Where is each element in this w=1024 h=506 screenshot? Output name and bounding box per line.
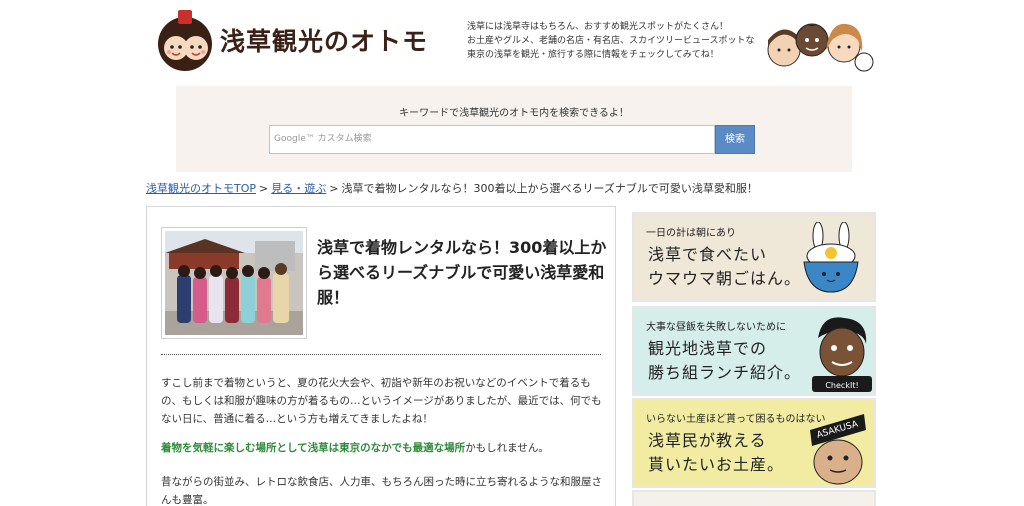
kimono-photo-image	[165, 231, 303, 335]
character-face-icon: CheckIt!	[812, 317, 872, 392]
highlight-text: 着物を気軽に楽しむ場所として浅草は東京のなかでも最適な場所	[161, 442, 466, 454]
article-card: 浅草で着物レンタルなら！300着以上から選べるリーズナブルで可愛い浅草愛和服！ …	[146, 206, 616, 506]
intro-line: 浅草には浅草寺はもちろん、おすすめ観光スポットがたくさん！	[467, 22, 729, 32]
banner-caption: 大事な昼飯を失敗しないために	[646, 322, 786, 333]
banner-souvenir[interactable]: いらない土産ほど貰って困るものはない 浅草民が教える 貰いたいお土産。 ASAK…	[632, 398, 876, 488]
site-title[interactable]: 浅草観光のオトモ	[220, 22, 428, 58]
intro-line: 東京の浅草を観光・旅行する際に情報をチェックしてみてね！	[467, 50, 719, 60]
article-thumbnail[interactable]	[161, 227, 307, 339]
search-input[interactable]: Google™ カスタム検索	[269, 125, 715, 154]
intro-line: お土産やグルメ、老舗の名店・有名店、スカイツリービュースポットな	[467, 36, 755, 46]
breadcrumb-home-link[interactable]: 浅草観光のオトモTOP	[146, 182, 256, 195]
breadcrumb-current: 浅草で着物レンタルなら！300着以上から選べるリーズナブルで可愛い浅草愛和服！	[341, 182, 758, 195]
article-paragraph: 昔ながらの街並み、レトロな飲食店、人力車、もちろん困った時に立ち寄れるような和服…	[161, 476, 602, 506]
mascots-icon	[767, 23, 874, 72]
article-paragraph: すこし前まで着物というと、夏の花火大会や、初詣や新年のお祝いなどのイベントで着る…	[161, 377, 602, 425]
breadcrumb-separator: >	[329, 182, 339, 195]
breadcrumb-category-link[interactable]: 見る・遊ぶ	[271, 182, 326, 195]
breadcrumb-separator: >	[259, 182, 269, 195]
banner-badge: CheckIt!	[825, 381, 858, 390]
banner-title-line: ウマウマ朝ごはん。	[648, 269, 802, 288]
logo-mascot-icon	[158, 10, 212, 71]
souvenir-character-icon: ASAKUSA	[810, 414, 866, 485]
banner-caption: 一日の計は朝にあり	[646, 228, 736, 239]
paragraph-text: かもしれません。	[465, 442, 549, 454]
banner-title-line: 浅草民が教える	[648, 431, 767, 450]
search-panel: キーワードで浅草観光のオトモ内を検索できるよ！ Google™ カスタム検索 検…	[176, 86, 852, 172]
search-button[interactable]: 検索	[715, 125, 755, 154]
banner-title-line: 浅草で食べたい	[648, 245, 768, 264]
search-hint: キーワードで浅草観光のオトモ内を検索できるよ！	[399, 108, 629, 119]
banner-breakfast[interactable]: 一日の計は朝にあり 浅草で食べたい ウマウマ朝ごはん。	[632, 212, 876, 302]
article-divider	[161, 354, 601, 355]
breadcrumb: 浅草観光のオトモTOP > 見る・遊ぶ > 浅草で着物レンタルなら！300着以上から選べ…	[146, 180, 758, 196]
article-paragraph-highlight: 着物を気軽に楽しむ場所として浅草は東京のなかでも最適な場所かもしれません。	[161, 439, 605, 457]
banner-title-line: 貰いたいお土産。	[648, 455, 785, 474]
banner-title-line: 観光地浅草での	[648, 339, 768, 358]
article-title: 浅草で着物レンタルなら！300着以上から選べるリーズナブルで可愛い浅草愛和服！	[317, 238, 607, 307]
rice-bowl-rabbit-icon	[803, 222, 859, 293]
banner-next[interactable]	[632, 490, 876, 506]
site-logo[interactable]: 浅草観光のオトモ	[152, 8, 442, 74]
banner-lunch[interactable]: 大事な昼飯を失敗しないために 観光地浅草での 勝ち組ランチ紹介。 CheckIt…	[632, 306, 876, 396]
site-header: 浅草観光のオトモ 浅草には浅草寺はもちろん、おすすめ観光スポットがたくさん！ お…	[0, 0, 1024, 84]
header-mascots-illustration	[764, 10, 874, 76]
site-intro: 浅草には浅草寺はもちろん、おすすめ観光スポットがたくさん！ お土産やグルメ、老舗…	[467, 20, 777, 62]
banner-caption: いらない土産ほど貰って困るものはない	[646, 414, 826, 425]
banner-title-line: 勝ち組ランチ紹介。	[648, 363, 802, 382]
